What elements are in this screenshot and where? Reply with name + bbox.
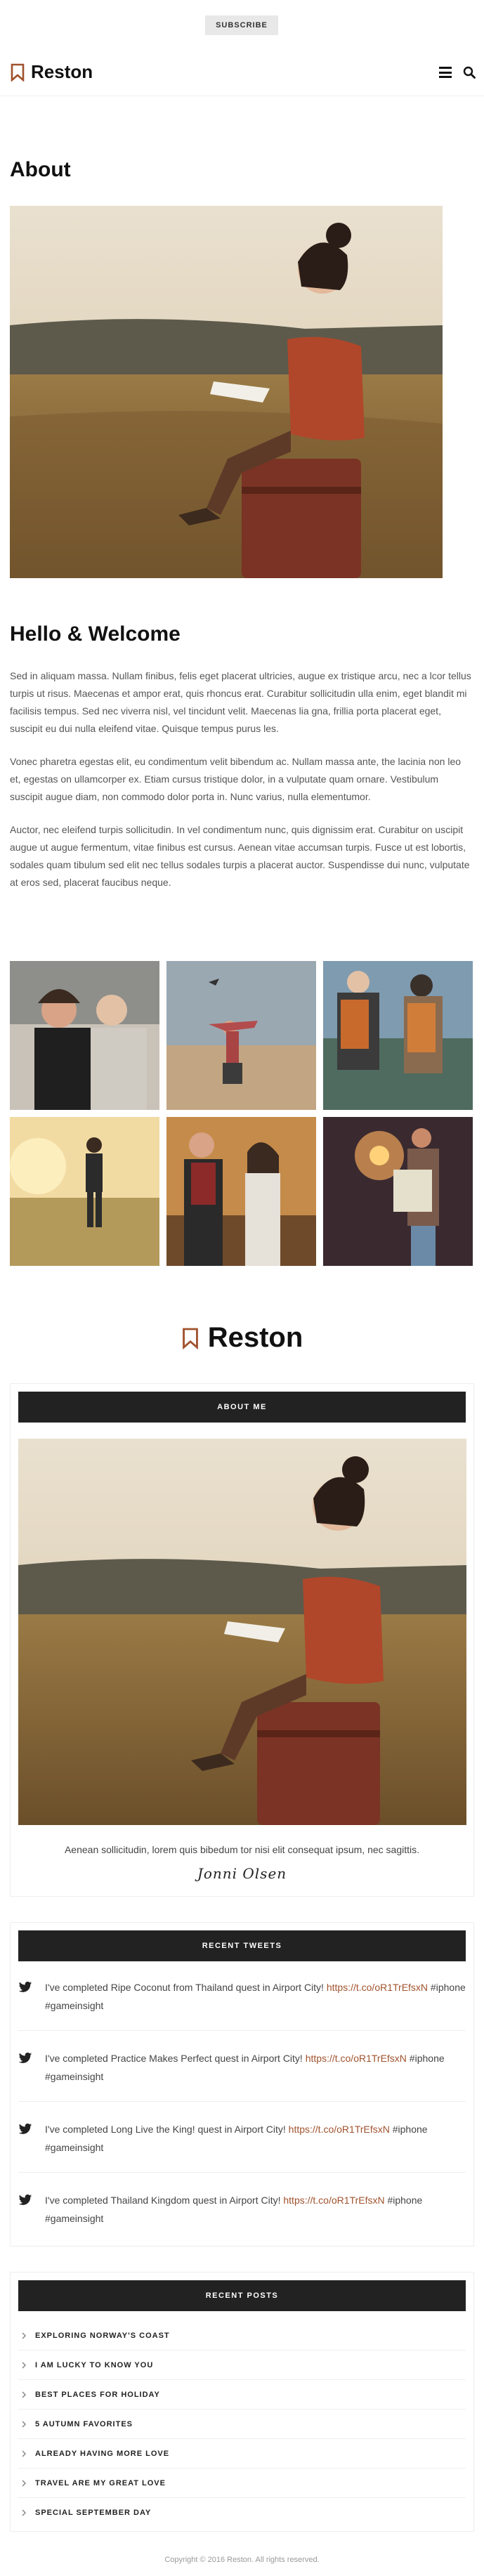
chevron-right-icon <box>22 2450 27 2457</box>
about-me-text: Aenean sollicitudin, lorem quis bibedum … <box>64 1844 420 1855</box>
chevron-right-icon <box>22 2332 27 2339</box>
twitter-icon <box>18 2194 32 2205</box>
tweet-text: I've completed Thailand Kingdom quest in… <box>45 2195 284 2206</box>
tweet-text: I've completed Practice Makes Perfect qu… <box>45 2053 306 2064</box>
brand-name: Reston <box>31 61 93 82</box>
tweet-text: I've completed Long Live the King! quest… <box>45 2124 289 2135</box>
gallery-image[interactable] <box>323 1117 473 1266</box>
tweet-link[interactable]: https://t.co/oR1TrEfsxN <box>306 2053 407 2064</box>
post-title: SPECIAL SEPTEMBER DAY <box>35 2508 152 2517</box>
about-text: Sed in aliquam massa. Nullam finibus, fe… <box>10 667 473 891</box>
tweet-link[interactable]: https://t.co/oR1TrEfsxN <box>289 2124 390 2135</box>
gallery-image[interactable] <box>10 961 159 1110</box>
menu-icon[interactable] <box>439 67 452 78</box>
post-link[interactable]: EXPLORING NORWAY'S COAST <box>18 2321 466 2351</box>
post-link[interactable]: ALREADY HAVING MORE LOVE <box>18 2439 466 2469</box>
tweet-item: I've completed Thailand Kingdom quest in… <box>18 2191 466 2232</box>
post-link[interactable]: I AM LUCKY TO KNOW YOU <box>18 2351 466 2380</box>
paragraph: Vonec pharetra egestas elit, eu condimen… <box>10 756 462 802</box>
about-me-widget: ABOUT ME Aenean sollicitudin, lorem quis… <box>10 1383 474 1897</box>
post-title: EXPLORING NORWAY'S COAST <box>35 2331 170 2340</box>
chevron-right-icon <box>22 2391 27 2398</box>
post-title: BEST PLACES FOR HOLIDAY <box>35 2390 160 2399</box>
subscribe-button[interactable]: SUBSCRIBE <box>205 15 278 35</box>
search-icon[interactable] <box>463 66 476 79</box>
paragraph: Sed in aliquam massa. Nullam finibus, fe… <box>10 670 471 734</box>
post-title: TRAVEL ARE MY GREAT LOVE <box>35 2478 166 2487</box>
widget-title: RECENT TWEETS <box>18 1930 466 1961</box>
twitter-icon <box>18 2052 32 2063</box>
chevron-right-icon <box>22 2509 27 2516</box>
twitter-icon <box>18 2123 32 2134</box>
gallery-image[interactable] <box>10 1117 159 1266</box>
gallery-image[interactable] <box>323 961 473 1110</box>
post-title: ALREADY HAVING MORE LOVE <box>35 2449 170 2458</box>
widget-title: RECENT POSTS <box>18 2280 466 2311</box>
chevron-right-icon <box>22 2361 27 2369</box>
site-header: Reston <box>0 49 484 96</box>
tweet-link[interactable]: https://t.co/oR1TrEfsxN <box>283 2195 384 2206</box>
gallery-image[interactable] <box>166 1117 316 1266</box>
tweet-item: I've completed Practice Makes Perfect qu… <box>18 2049 466 2102</box>
chevron-right-icon <box>22 2479 27 2487</box>
post-link[interactable]: 5 AUTUMN FAVORITES <box>18 2410 466 2439</box>
footer-copyright: Copyright © 2016 Reston. All rights rese… <box>164 2556 320 2564</box>
about-me-image <box>18 1439 466 1825</box>
site-logo[interactable]: Reston <box>10 61 93 83</box>
widget-title: ABOUT ME <box>18 1392 466 1423</box>
bookmark-icon <box>11 63 25 81</box>
tweet-item: I've completed Ripe Coconut from Thailan… <box>18 1978 466 2031</box>
gallery-image[interactable] <box>166 961 316 1110</box>
recent-tweets-widget: RECENT TWEETS I've completed Ripe Coconu… <box>10 1922 474 2247</box>
post-title: 5 AUTUMN FAVORITES <box>35 2419 133 2428</box>
photo-gallery <box>10 961 473 1266</box>
tweet-link[interactable]: https://t.co/oR1TrEfsxN <box>327 1982 428 1993</box>
post-link[interactable]: SPECIAL SEPTEMBER DAY <box>18 2498 466 2527</box>
tweet-item: I've completed Long Live the King! quest… <box>18 2120 466 2173</box>
top-bar: SUBSCRIBE <box>0 0 484 49</box>
welcome-heading: Hello & Welcome <box>10 622 181 646</box>
brand-name: Reston <box>207 1322 303 1353</box>
post-link[interactable]: BEST PLACES FOR HOLIDAY <box>18 2380 466 2410</box>
footer-logo[interactable]: Reston <box>10 1322 474 1354</box>
post-link[interactable]: TRAVEL ARE MY GREAT LOVE <box>18 2469 466 2498</box>
chevron-right-icon <box>22 2420 27 2428</box>
tweet-text: I've completed Ripe Coconut from Thailan… <box>45 1982 327 1993</box>
page-title: About <box>10 158 71 181</box>
hero-image <box>10 206 443 578</box>
bookmark-icon <box>182 1328 198 1349</box>
signature: Jonni Olsen <box>197 1865 287 1882</box>
post-title: I AM LUCKY TO KNOW YOU <box>35 2360 154 2369</box>
recent-posts-widget: RECENT POSTS EXPLORING NORWAY'S COAST I … <box>10 2272 474 2532</box>
paragraph: Auctor, nec eleifend turpis sollicitudin… <box>10 824 470 888</box>
twitter-icon <box>18 1981 32 1992</box>
